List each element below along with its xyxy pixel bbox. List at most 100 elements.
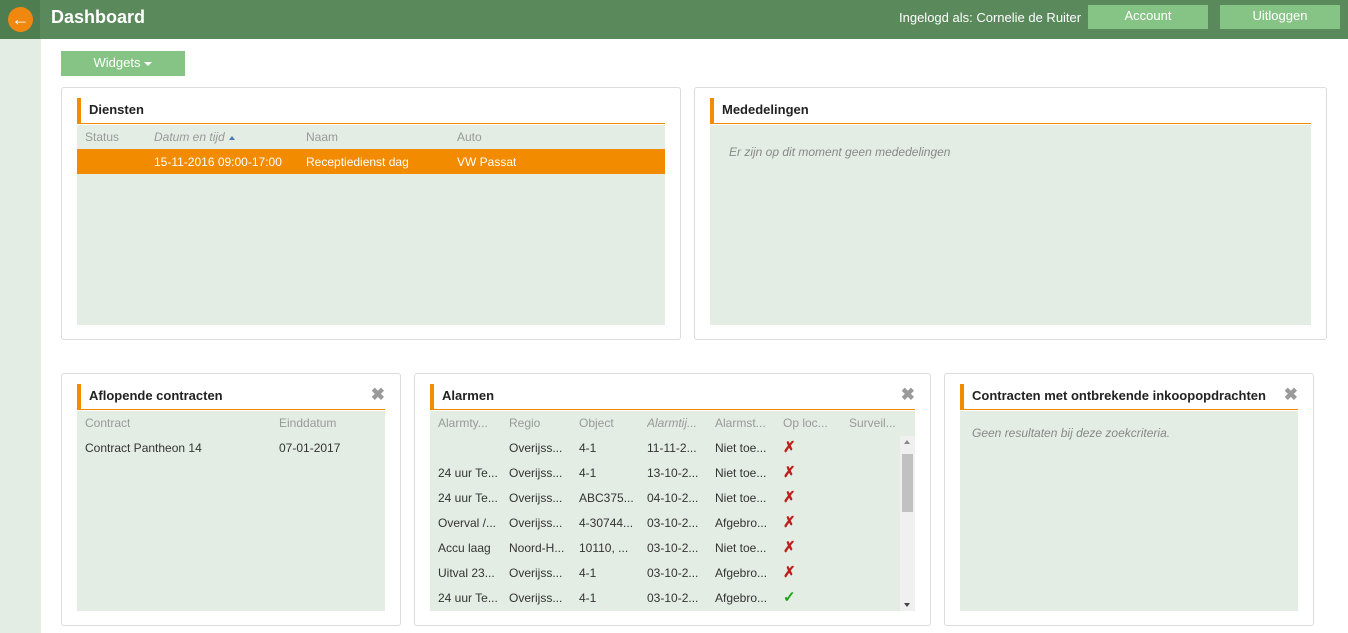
cross-icon: ✗ bbox=[783, 439, 796, 456]
cell-regio: Overijss... bbox=[509, 466, 563, 480]
column-header-contract[interactable]: Contract bbox=[85, 416, 130, 430]
cell-object: 4-1 bbox=[579, 591, 597, 605]
inkoop-panel: Contracten met ontbrekende inkoopopdrach… bbox=[944, 373, 1314, 626]
cell-alarmstatus: Afgebro... bbox=[715, 516, 768, 530]
cell-datum: 15-11-2016 09:00-17:00 bbox=[154, 155, 282, 169]
cell-alarmstatus: Niet toe... bbox=[715, 441, 767, 455]
column-header-oplocatie[interactable]: Op loc... bbox=[783, 416, 845, 430]
column-header-status[interactable]: Status bbox=[85, 130, 119, 144]
column-header-naam[interactable]: Naam bbox=[306, 130, 338, 144]
widgets-label: Widgets bbox=[93, 55, 141, 70]
mededelingen-panel: Mededelingen Er zijn op dit moment geen … bbox=[694, 87, 1327, 340]
table-row[interactable]: 24 uur Te... Overijss... ABC375... 04-10-2.… bbox=[430, 485, 900, 510]
aflopende-header: Aflopende contracten ✖ bbox=[77, 384, 385, 410]
mededelingen-empty-message: Er zijn op dit moment geen mededelingen bbox=[729, 145, 951, 159]
vertical-scrollbar[interactable] bbox=[900, 436, 915, 611]
cell-einddatum: 07-01-2017 bbox=[279, 441, 341, 455]
close-icon[interactable]: ✖ bbox=[371, 385, 385, 405]
table-row[interactable]: 15-11-2016 09:00-17:00 Receptiedienst da… bbox=[77, 149, 665, 174]
cell-naam: Receptiedienst dag bbox=[306, 155, 409, 169]
column-header-object[interactable]: Object bbox=[579, 416, 643, 430]
alarmen-table: Alarmty... Regio Object Alarmtij... Alar… bbox=[430, 411, 915, 611]
cell-regio: Noord-H... bbox=[509, 541, 565, 555]
cell-alarmstatus: Niet toe... bbox=[715, 491, 767, 505]
diensten-header: Diensten bbox=[77, 98, 665, 124]
aflopende-contracten-panel: Aflopende contracten ✖ Contract Einddatu… bbox=[61, 373, 401, 626]
cell-object: 4-1 bbox=[579, 441, 597, 455]
cell-auto: VW Passat bbox=[457, 155, 517, 169]
back-button[interactable]: ← bbox=[0, 0, 40, 39]
column-header-datum[interactable]: Datum en tijd bbox=[154, 130, 235, 144]
cell-alarmtijd: 03-10-2... bbox=[647, 591, 699, 605]
column-header-datum-label: Datum en tijd bbox=[154, 130, 225, 144]
top-bar: ← Dashboard Ingelogd als: Cornelie de Ru… bbox=[0, 0, 1348, 39]
cross-icon: ✗ bbox=[783, 514, 796, 531]
diensten-title: Diensten bbox=[89, 102, 144, 117]
cell-object: 4-30744... bbox=[579, 516, 634, 530]
column-header-alarmtijd[interactable]: Alarmtij... bbox=[647, 416, 711, 430]
page-title: Dashboard bbox=[51, 7, 146, 27]
close-icon[interactable]: ✖ bbox=[1284, 385, 1298, 405]
cell-regio: Overijss... bbox=[509, 491, 563, 505]
inkoop-body: Geen resultaten bij deze zoekcriteria. bbox=[960, 411, 1298, 611]
scroll-thumb[interactable] bbox=[902, 454, 913, 512]
cell-alarmtype: Overval /... bbox=[438, 516, 497, 530]
close-icon[interactable]: ✖ bbox=[901, 385, 915, 405]
scroll-down-icon[interactable] bbox=[904, 603, 910, 607]
diensten-panel: Diensten Status Datum en tijd Naam Auto … bbox=[61, 87, 681, 340]
cell-object: 10110, ... bbox=[579, 541, 629, 555]
cell-regio: Overijss... bbox=[509, 566, 563, 580]
cell-alarmstatus: Afgebro... bbox=[715, 591, 768, 605]
cell-alarmtype: Uitval 23... bbox=[438, 566, 495, 580]
table-row[interactable]: Contract Pantheon 14 07-01-2017 bbox=[77, 435, 385, 460]
column-header-alarmtype[interactable]: Alarmty... bbox=[438, 416, 504, 430]
logged-in-user: Ingelogd als: Cornelie de Ruiter bbox=[899, 10, 1082, 25]
cell-alarmtijd: 13-10-2... bbox=[647, 466, 699, 480]
cross-icon: ✗ bbox=[783, 539, 796, 556]
cell-alarmtype: 24 uur Te... bbox=[438, 491, 498, 505]
cell-alarmtype: 24 uur Te... bbox=[438, 466, 498, 480]
cell-alarmtijd: 03-10-2... bbox=[647, 541, 699, 555]
cell-alarmstatus: Niet toe... bbox=[715, 466, 767, 480]
mededelingen-title: Mededelingen bbox=[722, 102, 809, 117]
alarmen-header: Alarmen ✖ bbox=[430, 384, 915, 410]
table-row[interactable]: 24 uur Te... Overijss... 4-1 13-10-2... Niet… bbox=[430, 460, 900, 485]
column-header-regio[interactable]: Regio bbox=[509, 416, 575, 430]
cell-contract: Contract Pantheon 14 bbox=[85, 441, 202, 455]
cell-object: 4-1 bbox=[579, 566, 597, 580]
cell-regio: Overijss... bbox=[509, 591, 563, 605]
check-icon: ✓ bbox=[783, 589, 796, 606]
inkoop-empty-message: Geen resultaten bij deze zoekcriteria. bbox=[972, 426, 1171, 440]
cross-icon: ✗ bbox=[783, 489, 796, 506]
logout-button[interactable]: Uitloggen bbox=[1220, 5, 1340, 29]
cell-alarmtijd: 04-10-2... bbox=[647, 491, 699, 505]
widgets-dropdown-button[interactable]: Widgets bbox=[61, 51, 185, 76]
alarmen-panel: Alarmen ✖ Alarmty... Regio Object Alarmt… bbox=[414, 373, 931, 626]
account-button[interactable]: Account bbox=[1088, 5, 1208, 29]
scroll-up-icon[interactable] bbox=[904, 440, 910, 444]
cell-alarmtype: 24 uur Te... bbox=[438, 591, 498, 605]
table-row[interactable]: Overijss... 4-1 11-11-2... Niet toe... ✗ bbox=[430, 435, 900, 460]
mededelingen-header: Mededelingen bbox=[710, 98, 1311, 124]
left-rail bbox=[0, 39, 41, 633]
table-row[interactable]: Overval /... Overijss... 4-30744... 03-10-2… bbox=[430, 510, 900, 535]
table-row[interactable]: Accu laag Noord-H... 10110, ... 03-10-2... N… bbox=[430, 535, 900, 560]
table-row[interactable]: Uitval 23... Overijss... 4-1 03-10-2... Afge… bbox=[430, 560, 900, 585]
cross-icon: ✗ bbox=[783, 464, 796, 481]
cell-regio: Overijss... bbox=[509, 441, 563, 455]
inkoop-header: Contracten met ontbrekende inkoopopdrach… bbox=[960, 384, 1298, 410]
arrow-left-icon: ← bbox=[8, 7, 33, 32]
column-header-auto[interactable]: Auto bbox=[457, 130, 482, 144]
cell-object: 4-1 bbox=[579, 466, 597, 480]
sort-ascending-icon bbox=[228, 135, 235, 140]
cell-alarmtype: Accu laag bbox=[438, 541, 491, 555]
column-header-surveillant[interactable]: Surveil... bbox=[849, 416, 913, 430]
inkoop-title: Contracten met ontbrekende inkoopopdrach… bbox=[972, 388, 1266, 403]
aflopende-title: Aflopende contracten bbox=[89, 388, 223, 403]
column-header-alarmstatus[interactable]: Alarmst... bbox=[715, 416, 779, 430]
table-row[interactable]: 24 uur Te... Overijss... 4-1 03-10-2... Afge… bbox=[430, 585, 900, 610]
column-header-einddatum[interactable]: Einddatum bbox=[279, 416, 336, 430]
caret-down-icon bbox=[144, 61, 153, 66]
cell-alarmtijd: 11-11-2... bbox=[647, 441, 697, 455]
cell-regio: Overijss... bbox=[509, 516, 563, 530]
